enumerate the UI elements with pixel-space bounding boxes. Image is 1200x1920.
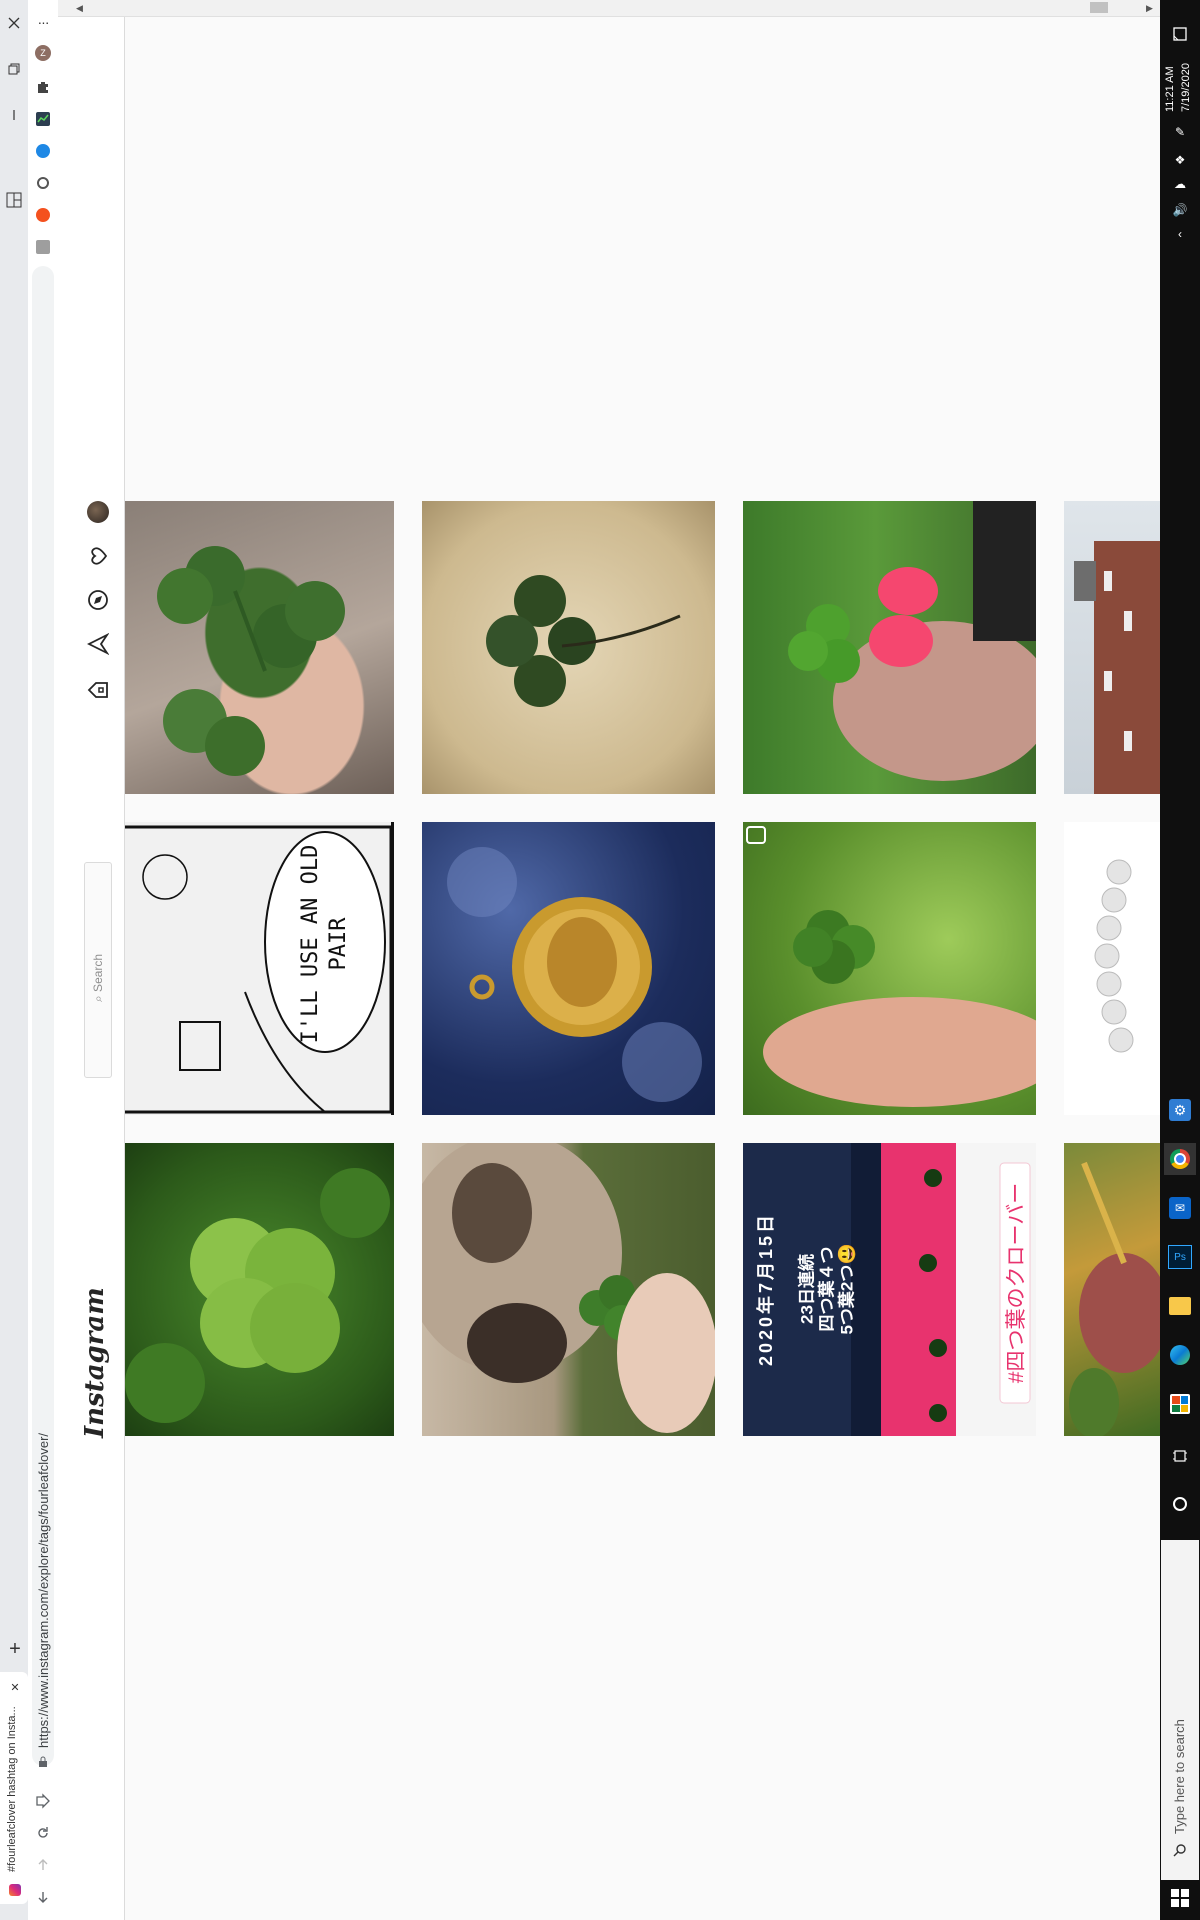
address-url[interactable]: https://www.instagram.com/explore/tags/f… <box>36 1433 51 1748</box>
lock-icon[interactable] <box>35 1754 51 1770</box>
post-tile-clover-hand[interactable] <box>125 501 394 794</box>
search-icon: ⌕ <box>91 991 105 1002</box>
onedrive-icon[interactable]: ☁ <box>1170 174 1190 194</box>
office-app[interactable] <box>1164 1388 1196 1420</box>
post-line3-text: 5つ葉2つ😃 <box>837 1243 857 1335</box>
settings-app[interactable]: ⚙ <box>1164 1094 1196 1126</box>
comic-caption: I'LL USE AN OLD PAIR <box>298 844 351 1044</box>
edge-app[interactable] <box>1164 1339 1196 1371</box>
home-icon[interactable] <box>84 676 112 704</box>
outlook-app[interactable]: ✉ <box>1164 1192 1196 1224</box>
post-tile-pug-clover[interactable] <box>422 1143 715 1436</box>
notifications-icon[interactable] <box>1168 22 1192 46</box>
scroll-right-arrow[interactable]: ▶ <box>1146 3 1153 14</box>
post-tile-white-bracelet[interactable] <box>1064 822 1160 1115</box>
post-tile-clover-grass[interactable] <box>743 822 1036 1115</box>
cortana-icon[interactable] <box>1168 1492 1192 1516</box>
minimize-window-icon[interactable] <box>3 104 25 126</box>
post-tile-japanese-post[interactable]: 2020年7月15日 23日連続 四つ葉４つ 5つ葉2つ😃 #四つ葉のクローバー <box>743 1143 1036 1436</box>
orange-extension-icon[interactable] <box>34 206 52 224</box>
chevron-up-icon[interactable]: ‹ <box>1170 224 1190 244</box>
post-tile-clover-pink-nails[interactable] <box>743 501 1036 794</box>
profile-avatar-button[interactable]: Z <box>34 44 52 62</box>
new-tab-button[interactable]: + <box>4 1638 26 1660</box>
instagram-favicon <box>7 1882 23 1898</box>
close-tab-icon[interactable]: ✕ <box>7 1679 23 1695</box>
search-icon-taskbar <box>1170 1840 1190 1860</box>
horizontal-scrollbar[interactable] <box>58 0 1160 17</box>
instagram-logo[interactable]: Instagram <box>80 1287 110 1438</box>
tab-title: #fourleafclover hashtag on Insta... <box>6 1706 18 1872</box>
windows-start-icon[interactable] <box>1166 1884 1194 1912</box>
post-tile-comic-panel[interactable]: I'LL USE AN OLD PAIR <box>125 822 394 1115</box>
smile-emoji-icon: 😃 <box>837 1243 857 1265</box>
post-tile-pressed-clover[interactable] <box>422 501 715 794</box>
camera-icon <box>746 826 766 844</box>
gray-extension-icon[interactable] <box>34 238 52 256</box>
collections-icon[interactable] <box>2 188 26 212</box>
post-date-text: 2020年7月15日 <box>756 1211 776 1367</box>
clock-date[interactable]: 7/19/2020 <box>1180 63 1192 112</box>
puzzle-icon[interactable] <box>34 78 52 96</box>
post-tile-green-clover[interactable] <box>125 1143 394 1436</box>
settings-menu-button[interactable]: ··· <box>31 10 55 34</box>
scrollbar-thumb[interactable] <box>1090 2 1108 13</box>
post-hashtag-text: #四つ葉のクローバー <box>1005 1182 1028 1384</box>
home-browser-icon[interactable] <box>32 1790 54 1812</box>
photoshop-app[interactable]: Ps <box>1164 1241 1196 1273</box>
activity-icon[interactable] <box>84 542 112 570</box>
direct-icon[interactable] <box>84 630 112 658</box>
blue-extension-icon[interactable] <box>34 142 52 160</box>
clock-time[interactable]: 11:21 AM <box>1164 66 1176 112</box>
back-icon[interactable] <box>32 1886 54 1908</box>
pen-icon[interactable]: ✎ <box>1170 122 1190 142</box>
post-tile-brick-building[interactable] <box>1064 501 1160 794</box>
chrome-app[interactable] <box>1164 1143 1196 1175</box>
close-window-icon[interactable] <box>3 12 25 34</box>
volume-icon[interactable]: 🔊 <box>1170 200 1190 220</box>
restore-window-icon[interactable] <box>3 58 25 80</box>
circle-extension-icon[interactable] <box>34 174 52 192</box>
forward-icon[interactable] <box>32 1854 54 1876</box>
taskbar-search-placeholder: Type here to search <box>1172 1719 1187 1834</box>
refresh-icon[interactable] <box>32 1822 54 1844</box>
task-view-icon[interactable] <box>1168 1444 1192 1468</box>
dropbox-icon[interactable]: ❖ <box>1170 150 1190 170</box>
scroll-left-arrow[interactable]: ◀ <box>76 3 83 14</box>
post-tile-red-leaf[interactable] <box>1064 1143 1160 1436</box>
browser-tab-strip <box>0 0 29 1920</box>
explore-icon[interactable] <box>84 586 112 614</box>
file-explorer-app[interactable] <box>1164 1290 1196 1322</box>
post-tile-gold-medallion[interactable] <box>422 822 715 1115</box>
profile-avatar[interactable] <box>84 498 112 526</box>
search-placeholder: ⌕ Search <box>91 953 105 1002</box>
chart-extension-icon[interactable] <box>34 110 52 128</box>
